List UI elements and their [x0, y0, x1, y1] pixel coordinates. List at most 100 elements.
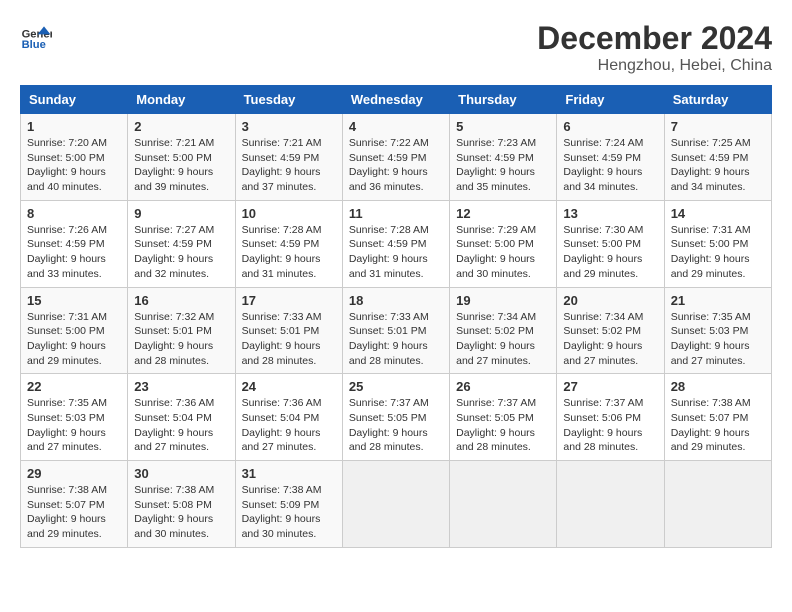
calendar-cell: 21 Sunrise: 7:35 AMSunset: 5:03 PMDayligh…: [664, 287, 771, 374]
day-number: 24: [242, 379, 336, 394]
day-number: 2: [134, 119, 228, 134]
calendar-cell: 5Sunrise: 7:23 AMSunset: 4:59 PMDaylight…: [450, 114, 557, 201]
day-info: Sunrise: 7:35 AMSunset: 5:03 PMDaylight:…: [27, 396, 121, 455]
logo-icon: General Blue: [20, 20, 52, 52]
day-info: Sunrise: 7:37 AMSunset: 5:06 PMDaylight:…: [563, 396, 657, 455]
calendar-cell: 24 Sunrise: 7:36 AMSunset: 5:04 PMDayligh…: [235, 374, 342, 461]
day-number: 1: [27, 119, 121, 134]
header-tuesday: Tuesday: [235, 86, 342, 114]
calendar-cell: 18 Sunrise: 7:33 AMSunset: 5:01 PMDayligh…: [342, 287, 449, 374]
day-number: 11: [349, 206, 443, 221]
day-number: 31: [242, 466, 336, 481]
location: Hengzhou, Hebei, China: [537, 57, 772, 75]
day-number: 15: [27, 293, 121, 308]
day-info: Sunrise: 7:38 AMSunset: 5:07 PMDaylight:…: [671, 396, 765, 455]
calendar-cell: 8Sunrise: 7:26 AMSunset: 4:59 PMDaylight…: [21, 200, 128, 287]
day-number: 27: [563, 379, 657, 394]
calendar-cell: 3 Sunrise: 7:21 AMSunset: 4:59 PMDaylight…: [235, 114, 342, 201]
calendar-table: Sunday Monday Tuesday Wednesday Thursday…: [20, 85, 772, 548]
calendar-cell: 30 Sunrise: 7:38 AMSunset: 5:08 PMDayligh…: [128, 461, 235, 548]
calendar-cell: 4Sunrise: 7:22 AMSunset: 4:59 PMDaylight…: [342, 114, 449, 201]
day-info: Sunrise: 7:20 AMSunset: 5:00 PMDaylight:…: [27, 136, 121, 195]
day-info: Sunrise: 7:28 AMSunset: 4:59 PMDaylight:…: [349, 223, 443, 282]
day-info: Sunrise: 7:31 AMSunset: 5:00 PMDaylight:…: [671, 223, 765, 282]
day-number: 23: [134, 379, 228, 394]
calendar-cell: 31 Sunrise: 7:38 AMSunset: 5:09 PMDayligh…: [235, 461, 342, 548]
day-info: Sunrise: 7:38 AMSunset: 5:09 PMDaylight:…: [242, 483, 336, 542]
calendar-cell: 12 Sunrise: 7:29 AMSunset: 5:00 PMDayligh…: [450, 200, 557, 287]
day-number: 10: [242, 206, 336, 221]
day-info: Sunrise: 7:31 AMSunset: 5:00 PMDaylight:…: [27, 310, 121, 369]
month-title: December 2024: [537, 20, 772, 57]
svg-text:Blue: Blue: [22, 39, 46, 51]
day-info: Sunrise: 7:22 AMSunset: 4:59 PMDaylight:…: [349, 136, 443, 195]
day-number: 7: [671, 119, 765, 134]
title-block: December 2024 Hengzhou, Hebei, China: [537, 20, 772, 75]
calendar-cell: 15 Sunrise: 7:31 AMSunset: 5:00 PMDayligh…: [21, 287, 128, 374]
day-number: 18: [349, 293, 443, 308]
calendar-cell: 26 Sunrise: 7:37 AMSunset: 5:05 PMDayligh…: [450, 374, 557, 461]
day-info: Sunrise: 7:24 AMSunset: 4:59 PMDaylight:…: [563, 136, 657, 195]
day-info: Sunrise: 7:29 AMSunset: 5:00 PMDaylight:…: [456, 223, 550, 282]
day-number: 3: [242, 119, 336, 134]
header-friday: Friday: [557, 86, 664, 114]
day-number: 9: [134, 206, 228, 221]
calendar-cell: 22 Sunrise: 7:35 AMSunset: 5:03 PMDayligh…: [21, 374, 128, 461]
day-info: Sunrise: 7:21 AMSunset: 4:59 PMDaylight:…: [242, 136, 336, 195]
day-number: 21: [671, 293, 765, 308]
day-number: 28: [671, 379, 765, 394]
day-number: 25: [349, 379, 443, 394]
day-number: 22: [27, 379, 121, 394]
page-header: General Blue December 2024 Hengzhou, Heb…: [20, 20, 772, 75]
calendar-cell: 16Sunrise: 7:32 AMSunset: 5:01 PMDayligh…: [128, 287, 235, 374]
calendar-cell: 14 Sunrise: 7:31 AMSunset: 5:00 PMDayligh…: [664, 200, 771, 287]
day-info: Sunrise: 7:33 AMSunset: 5:01 PMDaylight:…: [349, 310, 443, 369]
logo: General Blue: [20, 20, 52, 52]
weekday-header-row: Sunday Monday Tuesday Wednesday Thursday…: [21, 86, 772, 114]
calendar-cell: [342, 461, 449, 548]
day-number: 6: [563, 119, 657, 134]
calendar-cell: 1 Sunrise: 7:20 AMSunset: 5:00 PMDaylight…: [21, 114, 128, 201]
day-info: Sunrise: 7:23 AMSunset: 4:59 PMDaylight:…: [456, 136, 550, 195]
calendar-cell: 2Sunrise: 7:21 AMSunset: 5:00 PMDaylight…: [128, 114, 235, 201]
calendar-cell: [664, 461, 771, 548]
header-monday: Monday: [128, 86, 235, 114]
day-number: 30: [134, 466, 228, 481]
calendar-cell: 13Sunrise: 7:30 AMSunset: 5:00 PMDayligh…: [557, 200, 664, 287]
header-saturday: Saturday: [664, 86, 771, 114]
day-number: 29: [27, 466, 121, 481]
calendar-cell: 7 Sunrise: 7:25 AMSunset: 4:59 PMDaylight…: [664, 114, 771, 201]
calendar-cell: 9 Sunrise: 7:27 AMSunset: 4:59 PMDaylight…: [128, 200, 235, 287]
calendar-cell: 28 Sunrise: 7:38 AMSunset: 5:07 PMDayligh…: [664, 374, 771, 461]
calendar-cell: 19Sunrise: 7:34 AMSunset: 5:02 PMDayligh…: [450, 287, 557, 374]
day-info: Sunrise: 7:36 AMSunset: 5:04 PMDaylight:…: [242, 396, 336, 455]
calendar-cell: [450, 461, 557, 548]
day-info: Sunrise: 7:33 AMSunset: 5:01 PMDaylight:…: [242, 310, 336, 369]
day-number: 19: [456, 293, 550, 308]
day-info: Sunrise: 7:38 AMSunset: 5:08 PMDaylight:…: [134, 483, 228, 542]
week-row-4: 22 Sunrise: 7:35 AMSunset: 5:03 PMDayligh…: [21, 374, 772, 461]
day-number: 13: [563, 206, 657, 221]
day-info: Sunrise: 7:37 AMSunset: 5:05 PMDaylight:…: [456, 396, 550, 455]
day-info: Sunrise: 7:34 AMSunset: 5:02 PMDaylight:…: [563, 310, 657, 369]
header-sunday: Sunday: [21, 86, 128, 114]
day-info: Sunrise: 7:38 AMSunset: 5:07 PMDaylight:…: [27, 483, 121, 542]
day-number: 26: [456, 379, 550, 394]
page-wrapper: General Blue December 2024 Hengzhou, Heb…: [20, 20, 772, 548]
day-info: Sunrise: 7:28 AMSunset: 4:59 PMDaylight:…: [242, 223, 336, 282]
calendar-cell: 6 Sunrise: 7:24 AMSunset: 4:59 PMDaylight…: [557, 114, 664, 201]
day-number: 12: [456, 206, 550, 221]
day-number: 14: [671, 206, 765, 221]
day-info: Sunrise: 7:35 AMSunset: 5:03 PMDaylight:…: [671, 310, 765, 369]
week-row-2: 8Sunrise: 7:26 AMSunset: 4:59 PMDaylight…: [21, 200, 772, 287]
day-info: Sunrise: 7:37 AMSunset: 5:05 PMDaylight:…: [349, 396, 443, 455]
day-number: 20: [563, 293, 657, 308]
calendar-cell: 11 Sunrise: 7:28 AMSunset: 4:59 PMDayligh…: [342, 200, 449, 287]
calendar-cell: 10 Sunrise: 7:28 AMSunset: 4:59 PMDayligh…: [235, 200, 342, 287]
day-info: Sunrise: 7:27 AMSunset: 4:59 PMDaylight:…: [134, 223, 228, 282]
header-thursday: Thursday: [450, 86, 557, 114]
day-info: Sunrise: 7:25 AMSunset: 4:59 PMDaylight:…: [671, 136, 765, 195]
day-info: Sunrise: 7:36 AMSunset: 5:04 PMDaylight:…: [134, 396, 228, 455]
day-info: Sunrise: 7:26 AMSunset: 4:59 PMDaylight:…: [27, 223, 121, 282]
calendar-cell: 23 Sunrise: 7:36 AMSunset: 5:04 PMDayligh…: [128, 374, 235, 461]
